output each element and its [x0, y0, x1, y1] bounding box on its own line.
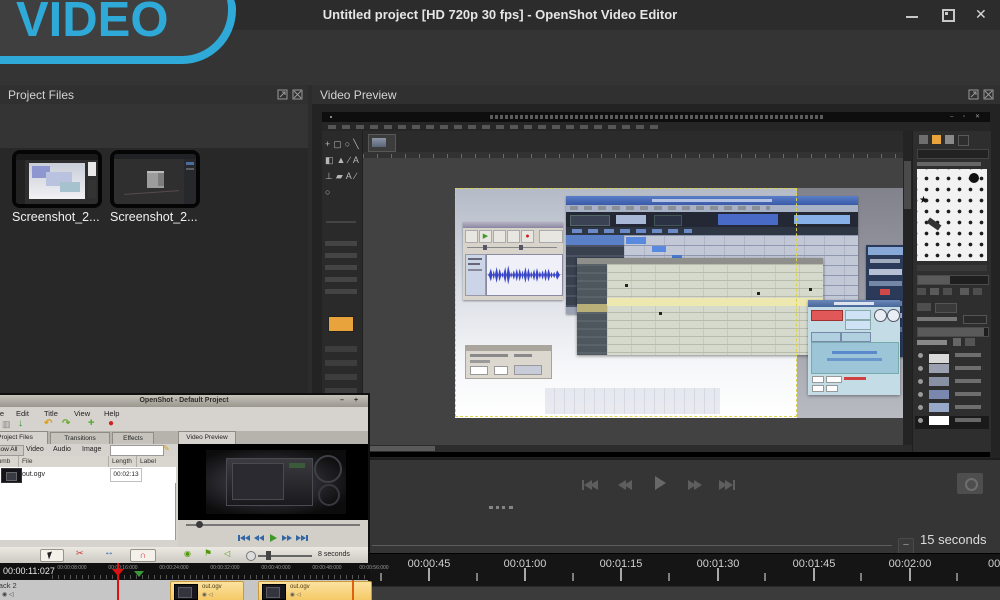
zoom-slider[interactable]	[372, 545, 892, 546]
overlay-transport	[178, 530, 368, 547]
video-logo-text: VIDEO	[16, 0, 168, 48]
razor-tool: ✂	[76, 548, 84, 559]
marker-flag-icon: ⚑	[204, 548, 212, 559]
overlay-window-title: OpenShot - Default Project – +	[0, 395, 368, 407]
tab-project-files: Project Files	[0, 431, 48, 445]
snapshot-camera-icon[interactable]	[957, 473, 983, 494]
close-button[interactable]: ✕	[975, 6, 987, 23]
overlay-close: +	[354, 395, 358, 407]
overlay-screenshot: OpenShot - Default Project – + File Edit…	[0, 393, 370, 600]
jump-end-button[interactable]	[712, 476, 742, 494]
project-files-header: Project Files	[0, 85, 308, 104]
rewind-button[interactable]	[610, 476, 640, 494]
audio-marker-icon: ◁	[224, 549, 230, 558]
snap-tool: ∩	[130, 549, 156, 562]
openshot-window: Untitled project [HD 720p 30 fps] - Open…	[0, 0, 1000, 600]
overlay-track-area: Track 2 ◉ ◁ out.ogv ◉ ◁ out.ogv ◉ ◁	[0, 580, 368, 600]
file-thumbnail[interactable]	[12, 150, 102, 208]
ruler-label: 00:	[988, 558, 1000, 570]
overlay-seek-bar	[178, 520, 368, 530]
track-icons: ◉ ◁	[2, 591, 14, 598]
overlay-playhead-head	[112, 569, 124, 576]
canvas-vscrollbar[interactable]	[903, 131, 912, 445]
overlay-minimize: –	[340, 395, 344, 407]
project-files-list: Screenshot_2... Screenshot_2...	[0, 148, 308, 393]
import-icon: ↓	[18, 418, 23, 429]
overlay-filter-row: Show All Video Audio Image ✎	[0, 444, 176, 456]
jump-start-button[interactable]	[575, 476, 605, 494]
snapshot-marker-icon: ◉	[184, 549, 191, 558]
clip-edge-marker	[352, 580, 354, 600]
zoom-out-button[interactable]: −	[898, 538, 914, 554]
splitter-handle[interactable]	[489, 506, 513, 509]
pencil-icon: ✎	[163, 444, 170, 453]
undo-icon: ↶	[44, 418, 52, 429]
fast-forward-button[interactable]	[680, 476, 710, 494]
overlay-file-name: out.ogv	[22, 471, 45, 478]
close-panel-icon[interactable]	[292, 89, 303, 100]
overlay-track-label: Track 2	[0, 581, 17, 590]
zoom-scale-label: 15 seconds	[920, 532, 987, 547]
record-icon: ●	[108, 418, 114, 429]
overlay-preview	[178, 444, 368, 520]
transport-bar	[312, 458, 1000, 522]
gimp-dock: ★	[912, 131, 991, 452]
save-icon: ▥	[2, 419, 11, 430]
overlay-timeline-ruler: 00:00:11:027 00:00:08:000 00:00:16:000 0…	[0, 563, 368, 580]
overlay-file-row: out.ogv 00:02:13	[0, 467, 176, 483]
video-preview-title: Video Preview	[320, 88, 397, 102]
arrow-tool	[40, 549, 64, 562]
overlay-edit-toolbar: ✂ ↔ ∩ ◉ ⚑ ◁ 8 seconds	[0, 547, 368, 563]
video-preview-area[interactable]: – ▫ ✕ +▢○╲ ◧▲∕A ⊥▰A∕ ○	[312, 104, 1000, 458]
file-name[interactable]: Screenshot_2...	[110, 210, 206, 224]
redo-icon: ↷	[62, 418, 70, 429]
resize-tool: ↔	[104, 547, 114, 558]
file-name[interactable]: Screenshot_2...	[12, 210, 108, 224]
preview-frame: – ▫ ✕ +▢○╲ ◧▲∕A ⊥▰A∕ ○	[322, 112, 990, 457]
file-thumbnail[interactable]	[110, 150, 200, 208]
maximize-button[interactable]	[942, 9, 955, 22]
overlay-zoom-label: 8 seconds	[318, 551, 350, 558]
close-panel-icon[interactable]	[983, 89, 994, 100]
overlay-menubar: File Edit Title View Help	[0, 407, 368, 418]
float-panel-icon[interactable]	[277, 89, 288, 100]
video-logo: VIDEO	[0, 0, 236, 64]
play-button[interactable]	[645, 474, 675, 492]
preview-canvas: ▶ ●	[455, 188, 905, 418]
overlay-tabs: Project Files Transitions Effects Video …	[0, 431, 368, 444]
video-preview-header: Video Preview	[312, 85, 1000, 104]
overlay-file-length: 00:02:13	[110, 468, 142, 482]
project-files-filter-bar: Show All Video Audio Image	[0, 104, 308, 148]
canvas-hscrollbar[interactable]	[363, 445, 903, 452]
timeline-clip: out.ogv ◉ ◁	[170, 581, 244, 600]
add-icon: +	[88, 417, 94, 429]
tab-video-preview: Video Preview	[178, 431, 236, 445]
zoom-icon	[246, 551, 256, 561]
float-panel-icon[interactable]	[968, 89, 979, 100]
project-files-title: Project Files	[8, 88, 74, 102]
overlay-toolbar: ▥ ↓ ↶ ↷ + ●	[0, 418, 368, 431]
timeline-clip: out.ogv ◉ ◁	[258, 581, 372, 600]
minimize-button[interactable]	[906, 16, 918, 18]
overlay-green-marker	[134, 571, 144, 577]
